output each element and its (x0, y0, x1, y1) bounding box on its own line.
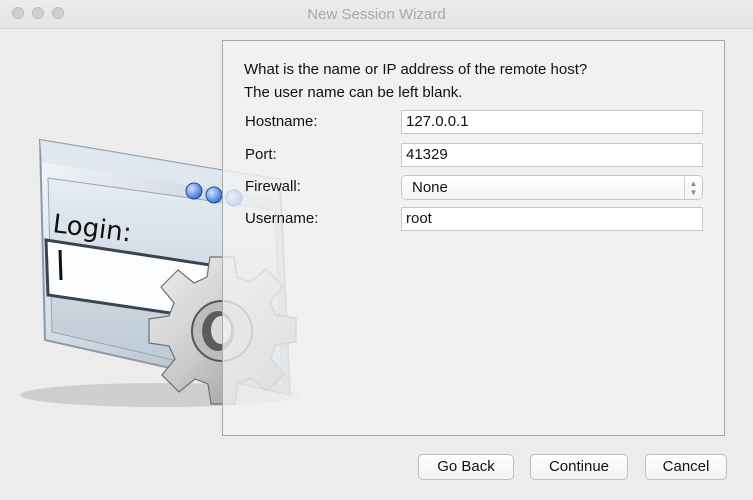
prompt-line-1: What is the name or IP address of the re… (244, 61, 588, 78)
go-back-button[interactable]: Go Back (418, 454, 514, 480)
cancel-button[interactable]: Cancel (645, 454, 727, 480)
hostname-input[interactable]: 127.0.0.1 (401, 110, 703, 134)
port-label: Port: (245, 146, 277, 163)
port-input[interactable]: 41329 (401, 143, 703, 167)
username-input[interactable]: root (401, 207, 703, 231)
updown-chevron-icon: ▲ ▼ (684, 176, 702, 199)
username-label: Username: (245, 210, 319, 227)
hostname-label: Hostname: (245, 113, 318, 130)
firewall-label: Firewall: (245, 178, 301, 195)
firewall-selected-value: None (412, 179, 448, 196)
continue-button[interactable]: Continue (530, 454, 628, 480)
prompt-line-2: The user name can be left blank. (244, 84, 463, 101)
firewall-select[interactable]: None ▲ ▼ (401, 175, 703, 200)
